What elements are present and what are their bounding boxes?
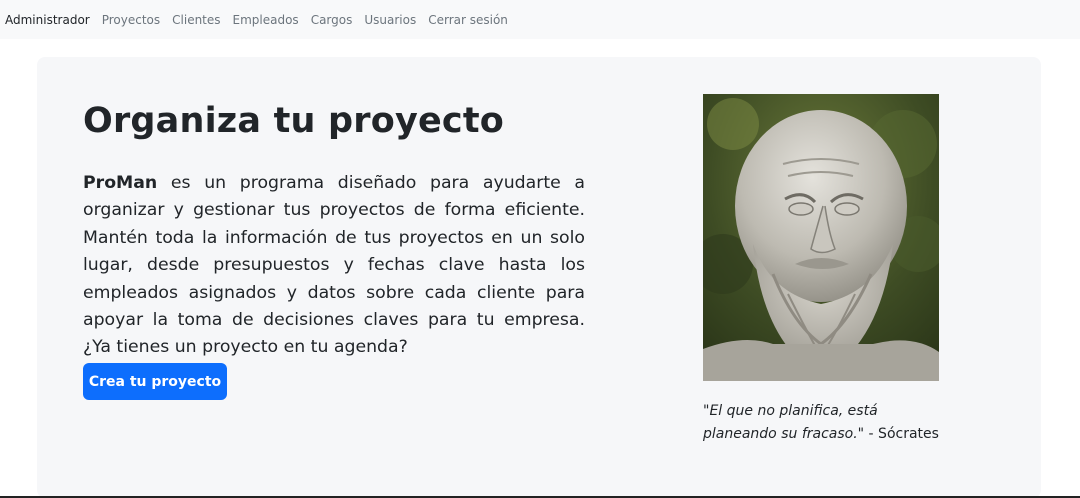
nav-link-cerrar-sesion[interactable]: Cerrar sesión: [428, 13, 508, 27]
nav-link-clientes[interactable]: Clientes: [172, 13, 220, 27]
socrates-quote: "El que no planifica, está planeando su …: [703, 400, 953, 446]
socrates-bust-image: [703, 94, 939, 381]
brand-name: ProMan: [83, 173, 158, 193]
hero-description-text: es un programa diseñado para ayudarte a …: [83, 173, 585, 358]
nav-brand-administrador[interactable]: Administrador: [5, 13, 90, 27]
quote-text: "El que no planifica, está planeando su …: [703, 403, 878, 442]
nav-link-empleados[interactable]: Empleados: [233, 13, 299, 27]
nav-link-usuarios[interactable]: Usuarios: [364, 13, 416, 27]
nav-link-cargos[interactable]: Cargos: [311, 13, 353, 27]
nav-link-proyectos[interactable]: Proyectos: [102, 13, 160, 27]
hero-title: Organiza tu proyecto: [83, 101, 505, 141]
create-project-button[interactable]: Crea tu proyecto: [83, 363, 227, 400]
hero-description: ProMan es un programa diseñado para ayud…: [83, 170, 585, 362]
hero-section: Organiza tu proyecto ProMan es un progra…: [37, 57, 1041, 498]
quote-author: - Sócrates: [864, 426, 939, 442]
top-navbar: Administrador Proyectos Clientes Emplead…: [0, 0, 1080, 39]
